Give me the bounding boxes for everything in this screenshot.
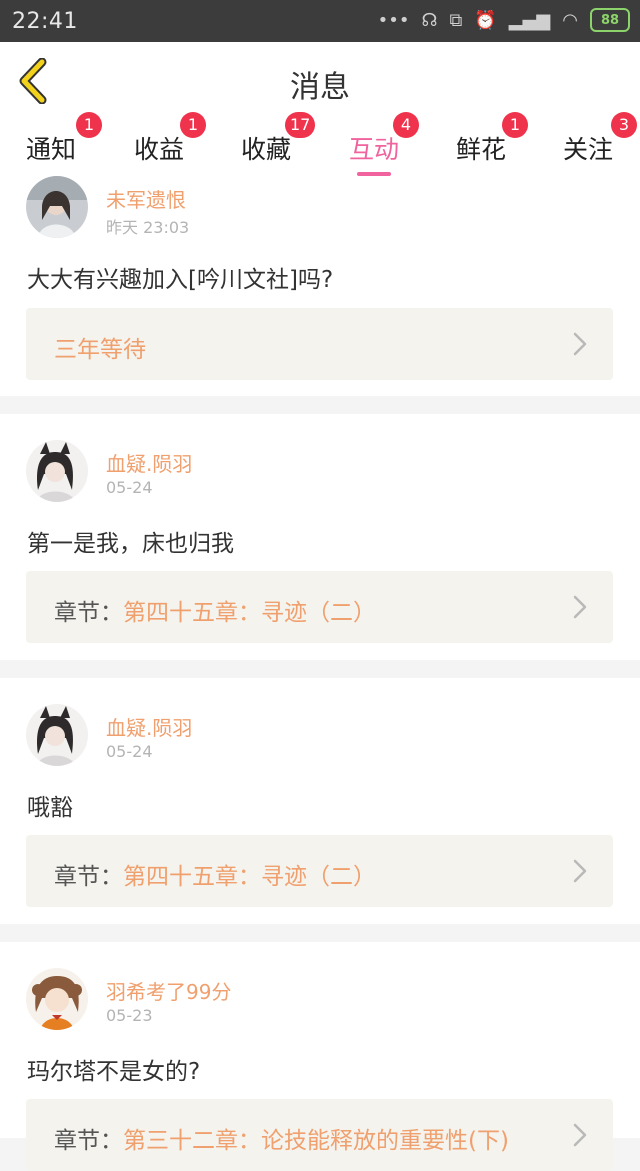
message-card: 血疑.陨羽 05-24 哦豁 章节：第四十五章：寻迹（二） xyxy=(0,678,640,924)
reference-link[interactable]: 章节：第四十五章：寻迹（二） xyxy=(26,835,613,907)
user-avatar-image xyxy=(26,176,88,238)
tab-badge: 17 xyxy=(285,112,316,138)
tab-label: 通知 xyxy=(26,135,77,164)
status-bar: 22:41 ••• ☊ ⧉ ⏰ ▂▄▆ ◠ 88 xyxy=(0,0,640,42)
reference-title: 第三十二章：论技能释放的重要性(下) xyxy=(123,1128,509,1154)
message-time: 05-24 xyxy=(106,478,153,497)
avatar[interactable] xyxy=(26,440,88,502)
tab-label: 关注 xyxy=(563,135,614,164)
tab-label: 鲜花 xyxy=(456,135,507,164)
message-time: 昨天 23:03 xyxy=(106,218,190,237)
reference-title: 第四十五章：寻迹（二） xyxy=(123,600,376,626)
user-avatar-image xyxy=(26,440,88,502)
battery-icon: 88 xyxy=(590,8,630,32)
tab-label: 收藏 xyxy=(241,135,292,164)
chevron-right-icon xyxy=(573,332,587,356)
message-time: 05-23 xyxy=(106,1006,153,1025)
rotate-icon: ⧉ xyxy=(449,9,463,31)
active-tab-indicator xyxy=(357,172,391,176)
message-time: 05-24 xyxy=(106,742,153,761)
avatar[interactable] xyxy=(26,704,88,766)
message-text: 第一是我，床也归我 xyxy=(27,531,234,557)
reference-link[interactable]: 章节：第三十二章：论技能释放的重要性(下) xyxy=(26,1099,613,1171)
status-time: 22:41 xyxy=(12,9,78,34)
header: 消息 xyxy=(0,42,640,121)
tab-badge: 1 xyxy=(502,112,528,138)
reference-text: 三年等待 xyxy=(54,330,146,364)
message-text: 哦豁 xyxy=(27,795,73,821)
reference-title: 第四十五章：寻迹（二） xyxy=(123,864,376,890)
battery-level: 88 xyxy=(600,12,620,28)
tab-badge: 1 xyxy=(180,112,206,138)
more-dots-icon: ••• xyxy=(377,9,410,31)
avatar[interactable] xyxy=(26,176,88,238)
reference-text: 章节：第三十二章：论技能释放的重要性(下) xyxy=(54,1121,509,1155)
reference-prefix: 章节： xyxy=(54,600,123,626)
reference-prefix: 章节： xyxy=(54,1128,123,1154)
page-title: 消息 xyxy=(290,70,350,105)
headset-icon: ☊ xyxy=(421,9,438,31)
chevron-right-icon xyxy=(573,859,587,883)
user-avatar-image xyxy=(26,704,88,766)
user-avatar-image xyxy=(26,968,88,1030)
username[interactable]: 羽希考了99分 xyxy=(106,976,231,1005)
username[interactable]: 血疑.陨羽 xyxy=(106,448,192,477)
message-card: 未军遗恨 昨天 23:03 大大有兴趣加入[吟川文社]吗? 三年等待 xyxy=(0,176,640,396)
avatar[interactable] xyxy=(26,968,88,1030)
message-card: 羽希考了99分 05-23 玛尔塔不是女的? 章节：第三十二章：论技能释放的重要… xyxy=(0,942,640,1171)
tab-badge: 1 xyxy=(76,112,102,138)
username[interactable]: 未军遗恨 xyxy=(106,184,186,213)
reference-text: 章节：第四十五章：寻迹（二） xyxy=(54,593,376,627)
reference-prefix: 章节： xyxy=(54,864,123,890)
message-card: 血疑.陨羽 05-24 第一是我，床也归我 章节：第四十五章：寻迹（二） xyxy=(0,414,640,660)
tab-bar: 通知 1 收益 1 收藏 17 互动 4 鲜花 1 关注 3 xyxy=(0,112,640,182)
alarm-icon: ⏰ xyxy=(474,9,497,31)
wifi-icon: ◠ xyxy=(562,9,578,31)
chevron-right-icon xyxy=(573,1123,587,1147)
chevron-right-icon xyxy=(573,595,587,619)
tab-badge: 3 xyxy=(611,112,637,138)
message-text: 玛尔塔不是女的? xyxy=(27,1059,201,1085)
reference-title: 三年等待 xyxy=(54,337,146,363)
tab-label: 收益 xyxy=(134,135,185,164)
tab-label: 互动 xyxy=(349,135,400,164)
reference-link[interactable]: 章节：第四十五章：寻迹（二） xyxy=(26,571,613,643)
signal-icon: ▂▄▆ xyxy=(508,9,551,31)
reference-link[interactable]: 三年等待 xyxy=(26,308,613,380)
username[interactable]: 血疑.陨羽 xyxy=(106,712,192,741)
status-icons: ••• ☊ ⧉ ⏰ ▂▄▆ ◠ 88 xyxy=(378,8,630,32)
tab-badge: 4 xyxy=(393,112,419,138)
reference-text: 章节：第四十五章：寻迹（二） xyxy=(54,857,376,891)
message-text: 大大有兴趣加入[吟川文社]吗? xyxy=(27,267,334,293)
